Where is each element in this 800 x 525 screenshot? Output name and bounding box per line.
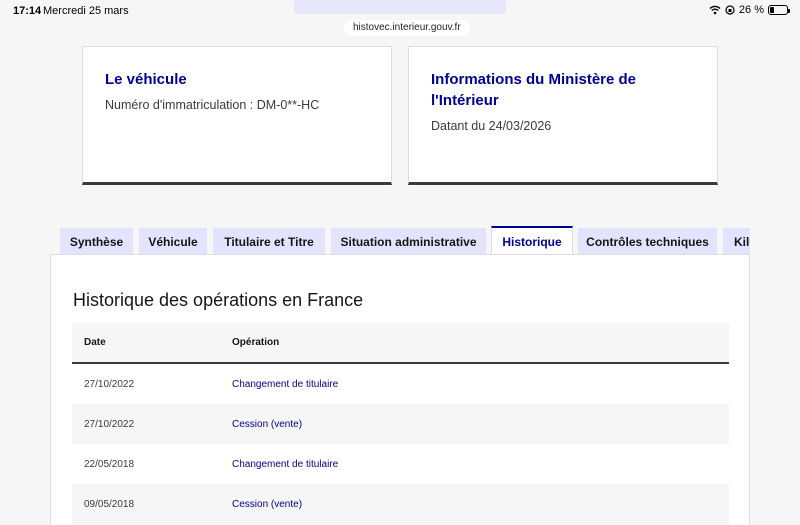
tab-kilometrage[interactable]: Kilométrage	[723, 228, 750, 255]
registration-number: Numéro d'immatriculation : DM-0**-HC	[105, 98, 320, 112]
header-strip	[294, 0, 506, 14]
historique-panel: Historique des opérations en France Date…	[50, 254, 750, 525]
tab-historique[interactable]: Historique	[491, 226, 573, 255]
table-row: 27/10/2022 Changement de titulaire	[72, 364, 729, 404]
row-date: 22/05/2018	[84, 458, 135, 470]
row-operation: Cession (vente)	[232, 498, 303, 510]
status-indicators: 26 %	[709, 4, 790, 16]
row-operation: Cession (vente)	[232, 418, 303, 430]
tab-controles-techniques[interactable]: Contrôles techniques	[578, 228, 717, 255]
table-header: Date Opération	[72, 323, 729, 364]
table-row: 27/10/2022 Cession (vente)	[72, 404, 729, 444]
url-bar[interactable]: histovec.interieur.gouv.fr	[344, 20, 470, 36]
row-date: 09/05/2018	[84, 498, 135, 510]
section-title: Historique des opérations en France	[73, 290, 364, 310]
row-operation: Changement de titulaire	[232, 458, 339, 470]
status-time: 17:14	[13, 5, 42, 17]
row-operation: Changement de titulaire	[232, 378, 339, 390]
ministry-card: Informations du Ministère de l'Intérieur…	[408, 46, 718, 185]
table-row: 22/05/2018 Changement de titulaire	[72, 444, 729, 484]
ministry-title-line1: Informations du Ministère de	[431, 71, 637, 88]
tab-bar: Synthèse Véhicule Titulaire et Titre Sit…	[60, 226, 750, 255]
row-date: 27/10/2022	[84, 378, 135, 390]
status-date: Mercredi 25 mars	[43, 5, 129, 17]
table-row: 09/05/2018 Cession (vente)	[72, 484, 729, 524]
vehicle-card: Le véhicule Numéro d'immatriculation : D…	[82, 46, 392, 185]
battery-percent: 26 %	[738, 4, 764, 16]
tab-situation-administrative[interactable]: Situation administrative	[331, 228, 486, 255]
column-header-operation: Opération	[232, 337, 280, 348]
row-date: 27/10/2022	[84, 418, 135, 430]
tab-vehicule[interactable]: Véhicule	[139, 228, 207, 255]
operations-table: Date Opération 27/10/2022 Changement de …	[72, 323, 729, 524]
column-header-date: Date	[84, 337, 106, 348]
ministry-card-title: Informations du Ministère de l'Intérieur	[431, 69, 695, 111]
battery-icon	[768, 5, 790, 15]
wifi-icon	[709, 5, 721, 15]
tab-synthese[interactable]: Synthèse	[60, 228, 133, 255]
vehicle-card-title: Le véhicule	[105, 71, 187, 88]
ministry-title-line2: l'Intérieur	[431, 92, 499, 109]
ministry-date: Datant du 24/03/2026	[431, 119, 552, 133]
orientation-lock-icon	[725, 5, 735, 15]
tab-titulaire[interactable]: Titulaire et Titre	[213, 228, 325, 255]
